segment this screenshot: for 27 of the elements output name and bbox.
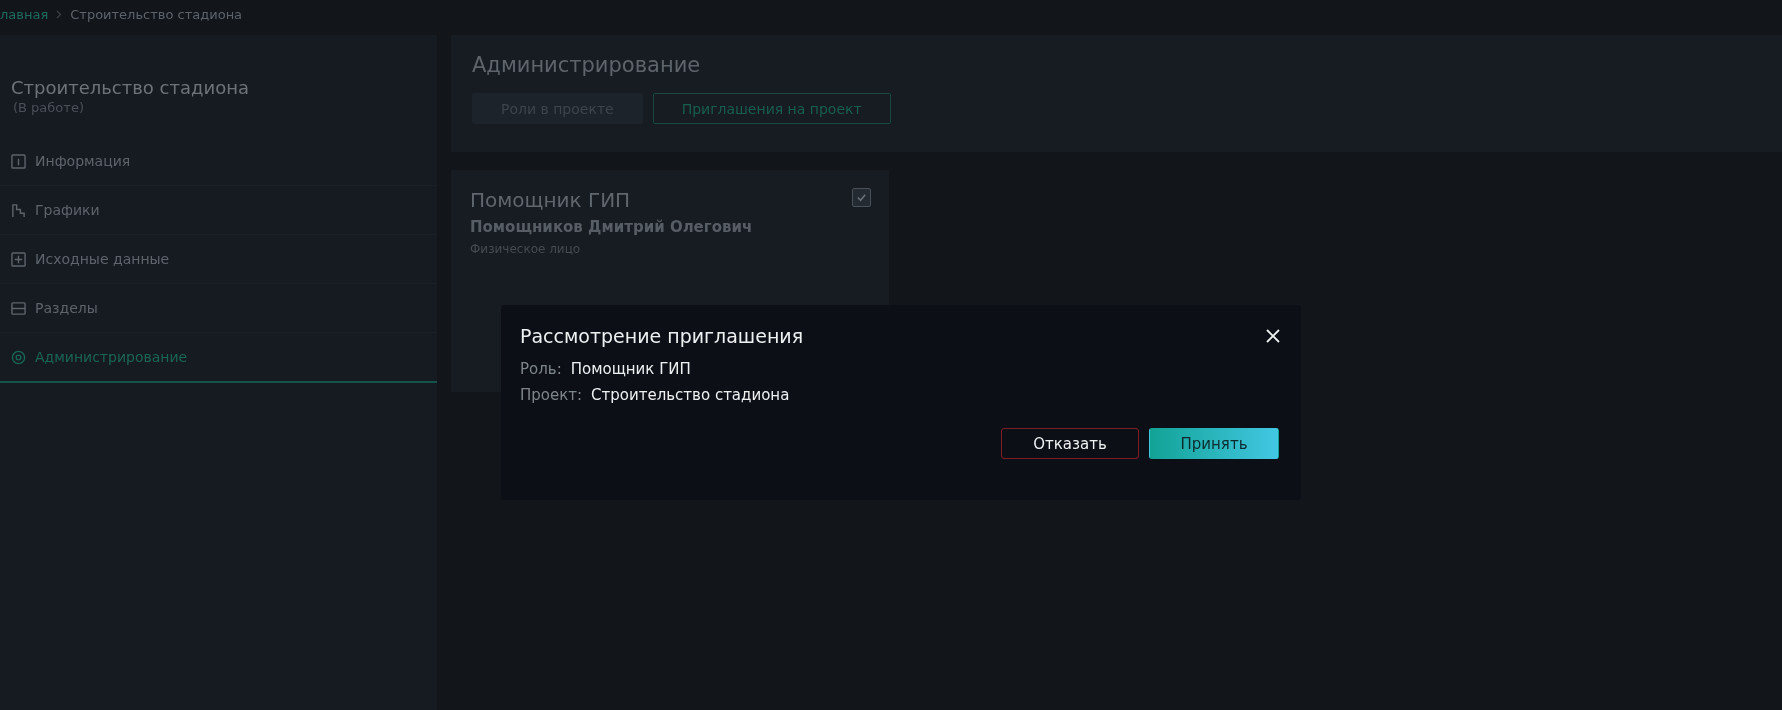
sidebar-item[interactable]: Исходные данные [0,235,437,284]
breadcrumb-current: Строительство стадиона [70,6,243,22]
field-label: Роль: [520,360,562,378]
tab[interactable]: Приглашения на проект [652,93,891,124]
check-icon [856,192,867,203]
field-value: Помощник ГИП [570,360,691,378]
sections-icon [11,300,26,316]
person-name: Помощников Дмитрий Олегович [470,218,754,236]
info-icon [11,153,26,169]
reject-button[interactable]: Отказать [1001,428,1139,459]
chevron-icon [56,9,63,19]
field-value: Строительство стадиона [591,386,790,404]
field-label: Проект: [520,386,583,404]
sidebar-item[interactable]: Графики [0,186,437,235]
page-title: Администрирование [472,53,702,77]
plus-box-icon [11,251,26,267]
role-title: Помощник ГИП [470,188,632,212]
accept-button[interactable]: Принять [1149,428,1279,459]
close-icon[interactable] [1264,327,1282,345]
breadcrumb-link[interactable]: лавная [0,6,49,22]
chart-icon [11,202,26,218]
sidebar-item[interactable]: Информация [0,137,437,186]
sidebar-item[interactable]: Администрирование [0,333,437,383]
sidebar-item[interactable]: Разделы [0,284,437,333]
dialog-title: Рассмотрение приглашения [520,325,804,347]
project-title: Строительство стадиона [10,77,250,98]
checkbox[interactable] [852,188,871,207]
